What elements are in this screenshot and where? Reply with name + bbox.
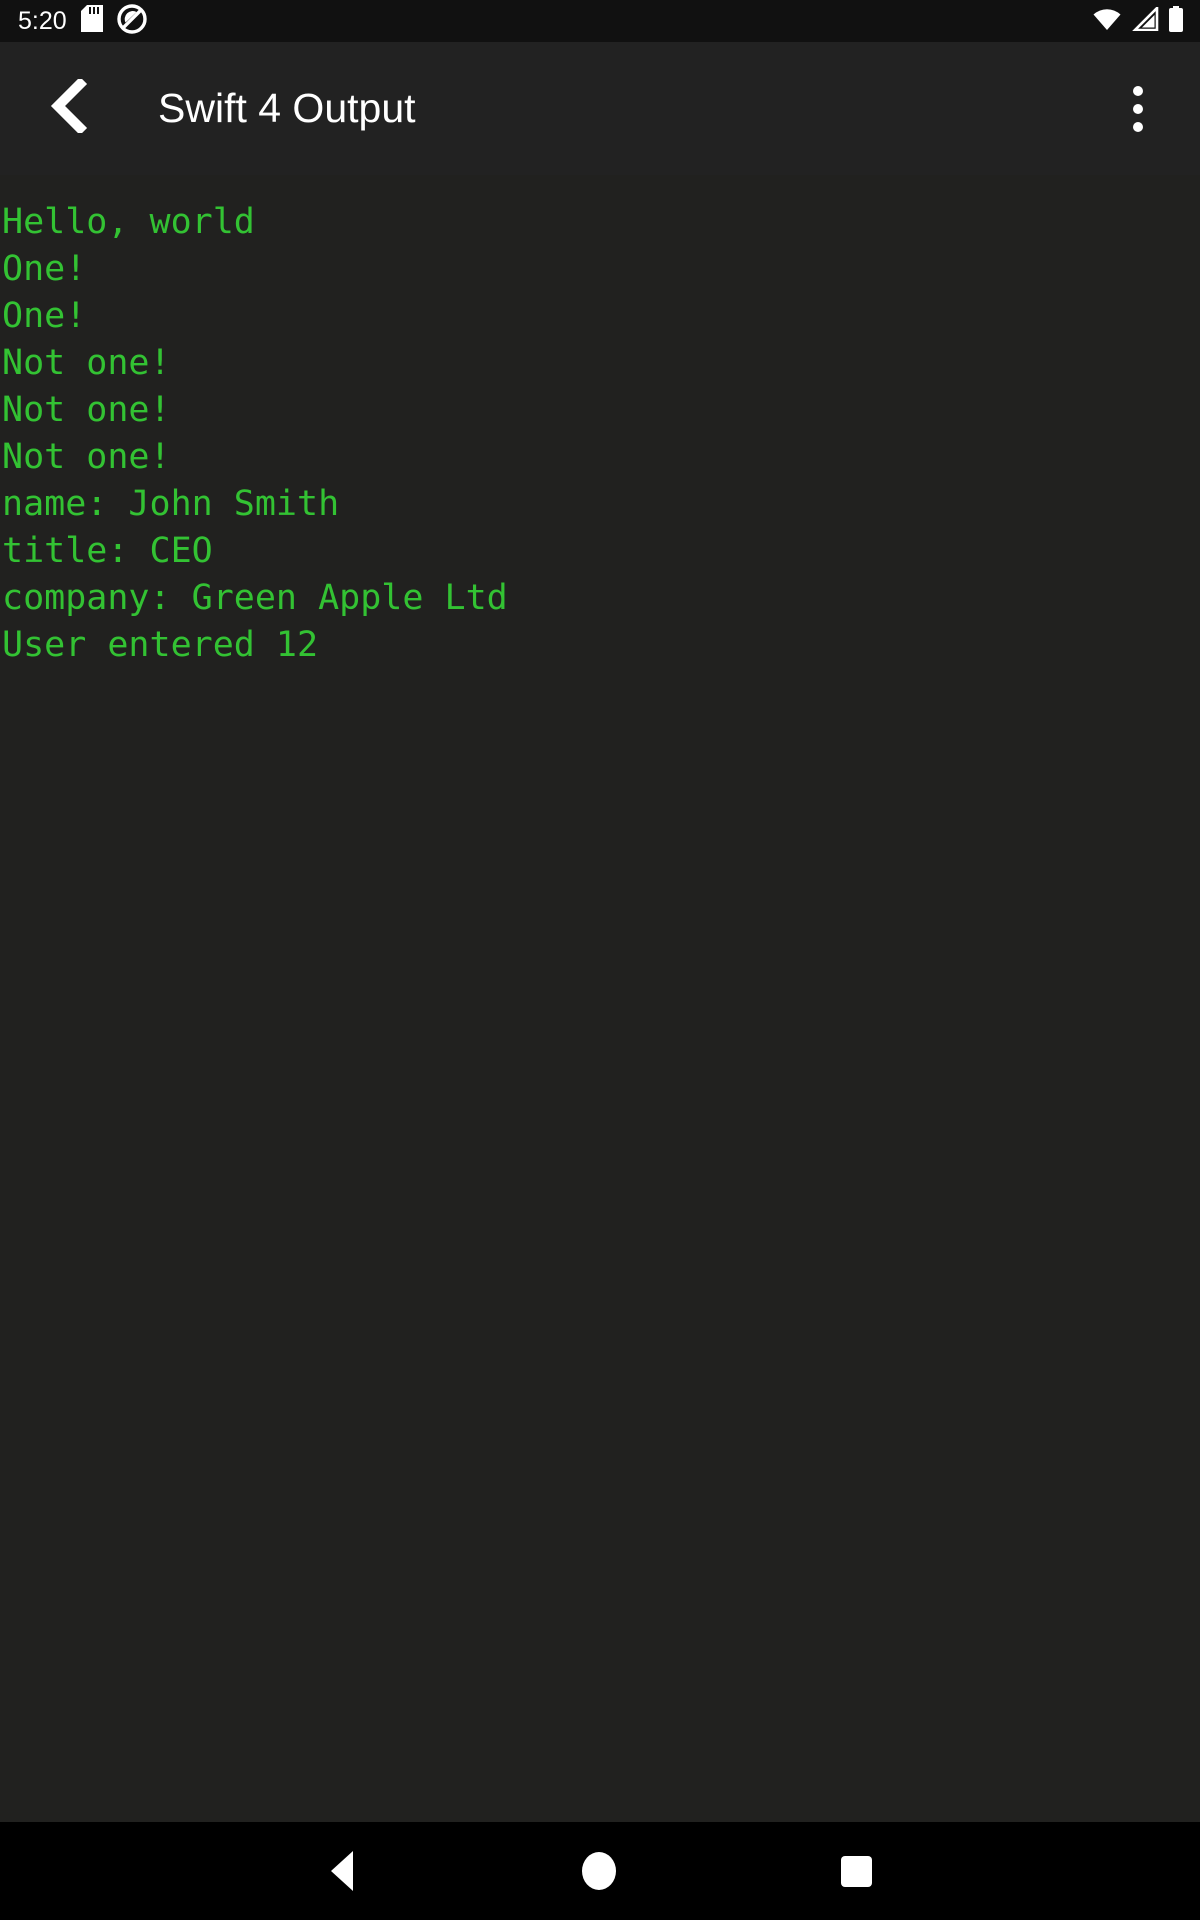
nav-recents-button[interactable] <box>781 1822 931 1920</box>
console-line: Not one! <box>2 390 171 430</box>
app-bar: Swift 4 Output <box>0 42 1200 175</box>
phone-screen: 5:20 Swift 4 Output Hello, world One! On… <box>0 0 1200 1920</box>
console-line: company: Green Apple Ltd <box>2 578 508 618</box>
console-line: Not one! <box>2 343 171 383</box>
console-output[interactable]: Hello, world One! One! Not one! Not one!… <box>0 175 1200 1822</box>
status-bar-left: 5:20 <box>0 3 147 39</box>
circle-home-icon <box>582 1852 616 1890</box>
square-recents-icon <box>840 1855 872 1887</box>
console-line: User entered 12 <box>2 625 319 665</box>
overflow-menu-icon-dot-1 <box>1133 85 1143 96</box>
status-bar: 5:20 <box>0 0 1200 42</box>
wifi-icon <box>1092 7 1122 36</box>
page-title: Swift 4 Output <box>158 85 416 131</box>
chevron-left-icon <box>47 76 93 138</box>
console-line: Hello, world <box>2 202 255 242</box>
nav-home-button[interactable] <box>524 1822 674 1920</box>
navigation-bar <box>0 1822 1200 1920</box>
overflow-menu-icon-dot-3 <box>1133 121 1143 132</box>
overflow-menu-button[interactable] <box>1090 61 1186 157</box>
console-line: title: CEO <box>2 531 213 571</box>
nav-back-button[interactable] <box>267 1822 417 1920</box>
status-bar-right <box>1092 0 1184 42</box>
cellular-signal-icon <box>1131 4 1159 36</box>
overflow-menu-icon-dot-2 <box>1133 103 1143 114</box>
status-bar-clock: 5:20 <box>18 6 67 35</box>
console-line: Not one! <box>2 437 171 477</box>
do-not-disturb-icon <box>116 3 147 39</box>
sd-card-icon <box>80 5 103 37</box>
back-button[interactable] <box>22 61 118 157</box>
console-line: One! <box>2 249 87 289</box>
battery-icon <box>1168 5 1184 37</box>
triangle-back-icon <box>331 1851 353 1891</box>
console-line: name: John Smith <box>2 484 340 524</box>
console-line: One! <box>2 296 87 336</box>
